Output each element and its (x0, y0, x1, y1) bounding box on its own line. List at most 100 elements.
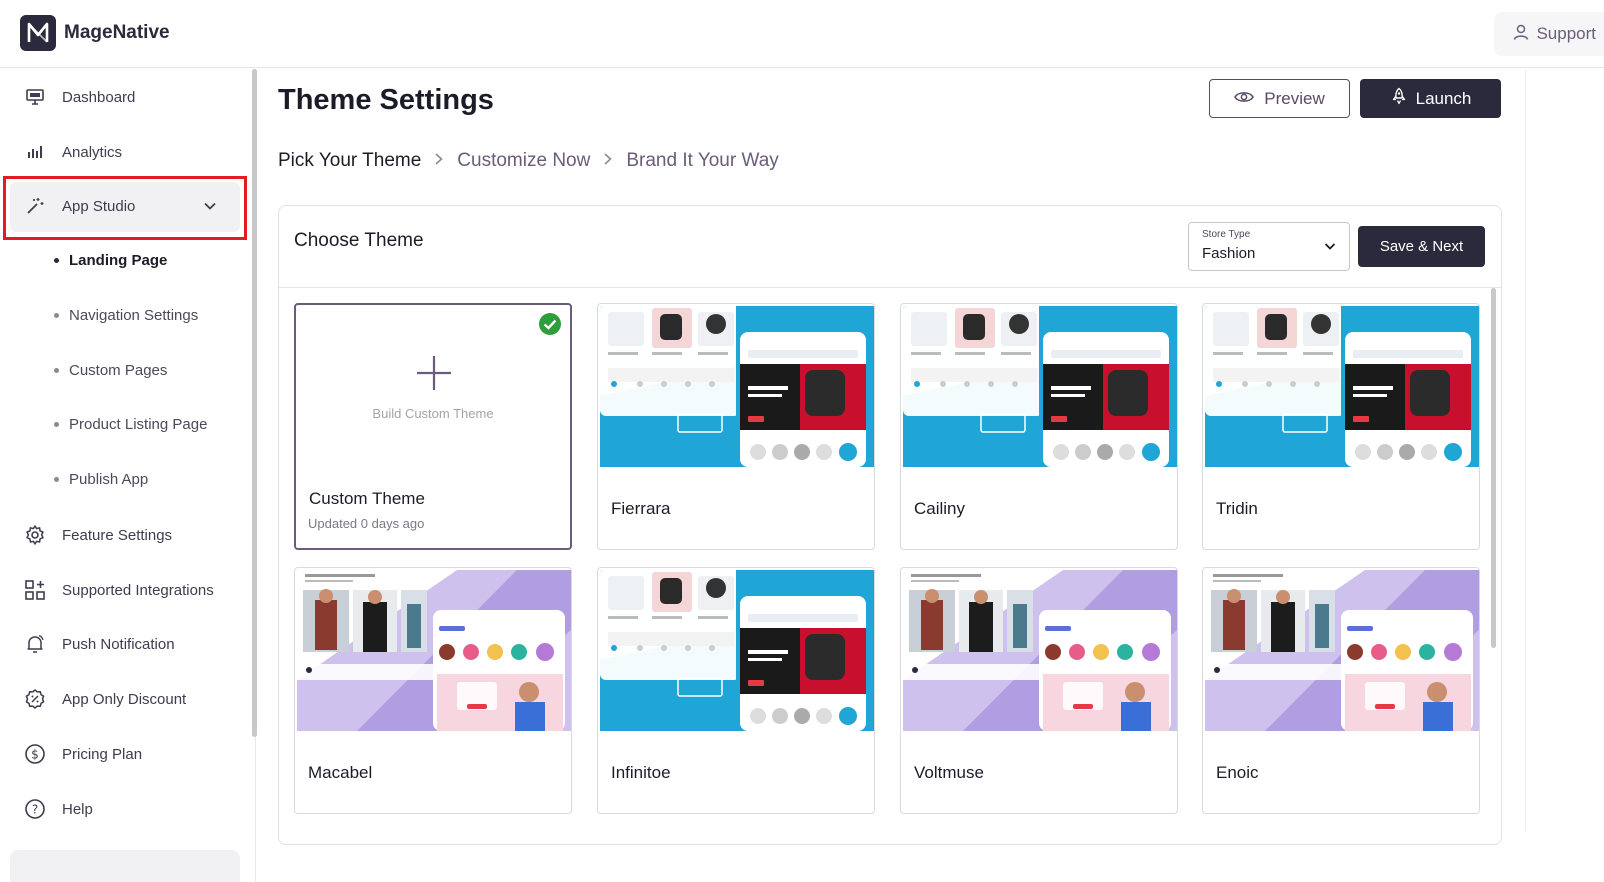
launch-button[interactable]: Launch (1360, 79, 1501, 118)
sidebar-item-label: Analytics (62, 143, 123, 161)
chevron-right-icon (602, 152, 614, 171)
sidebar-sub-item-landing-page[interactable]: Landing Page (54, 252, 167, 269)
bullet-dot-icon (54, 422, 59, 427)
theme-name: Voltmuse (914, 763, 984, 782)
theme-card-fierrara[interactable]: Fierrara (597, 303, 875, 550)
theme-name: Enoic (1216, 763, 1259, 782)
gear-icon (24, 524, 46, 546)
sub-item-label: Product Listing Page (69, 416, 208, 433)
sidebar-item-app-only-discount[interactable]: App Only Discount (24, 687, 186, 711)
theme-card-voltmuse[interactable]: Voltmuse (900, 567, 1178, 814)
chevron-right-icon (433, 152, 445, 171)
store-type-label: Store Type (1202, 229, 1251, 240)
store-type-value: Fashion (1202, 245, 1256, 262)
sidebar-sub-item-product-listing-page[interactable]: Product Listing Page (54, 416, 207, 433)
sidebar-item-dashboard[interactable]: Dashboard (24, 85, 135, 109)
sidebar-item-push-notification[interactable]: Push Notification (24, 632, 175, 656)
theme-preview-image (903, 570, 1177, 731)
launch-label: Launch (1415, 88, 1472, 108)
theme-name: Infinitoe (611, 763, 671, 782)
bullet-dot-icon (54, 368, 59, 373)
sidebar-item-label: Feature Settings (62, 526, 173, 544)
sidebar-item-label: Dashboard (62, 88, 136, 106)
sidebar-item-analytics[interactable]: Analytics (24, 140, 122, 164)
choose-theme-title: Choose Theme (294, 230, 424, 251)
sidebar-item-label: App Only Discount (62, 690, 187, 708)
step-pick-your-theme[interactable]: Pick Your Theme (278, 150, 421, 172)
sidebar-scrollbar[interactable] (252, 69, 257, 737)
svg-text:?: ? (32, 803, 38, 817)
theme-preview-image (1205, 570, 1479, 731)
theme-card-cailiny[interactable]: Cailiny (900, 303, 1178, 550)
theme-preview-image (600, 306, 874, 467)
bar-chart-icon (24, 141, 46, 163)
theme-card-macabel[interactable]: Macabel (294, 567, 572, 814)
theme-card-enoic[interactable]: Enoic (1202, 567, 1480, 814)
step-brand-it-your-way[interactable]: Brand It Your Way (626, 150, 778, 172)
build-custom-theme-caption: Build Custom Theme (372, 406, 494, 421)
sidebar-item-label: Pricing Plan (62, 745, 143, 763)
save-next-button[interactable]: Save & Next (1358, 226, 1485, 267)
card-divider (279, 287, 1501, 288)
sidebar-item-supported-integrations[interactable]: Supported Integrations (24, 578, 214, 602)
bullet-dot-icon (54, 258, 59, 263)
chevron-down-icon[interactable] (202, 198, 218, 218)
brand-name: MageNative (64, 22, 170, 43)
theme-preview-image (600, 570, 874, 731)
right-divider (1525, 69, 1526, 831)
preview-button[interactable]: Preview (1209, 79, 1350, 118)
theme-name: Tridin (1216, 499, 1258, 518)
sub-item-label: Landing Page (69, 252, 168, 269)
sidebar-sub-item-custom-pages[interactable]: Custom Pages (54, 362, 167, 379)
theme-preview-image (903, 306, 1177, 467)
sidebar-item-label: Push Notification (62, 635, 175, 653)
sidebar-bottom-panel (10, 850, 240, 882)
sidebar-sub-item-publish-app[interactable]: Publish App (54, 471, 148, 488)
theme-name: Macabel (308, 763, 373, 782)
store-type-select[interactable]: Store Type Fashion (1188, 222, 1350, 271)
sidebar-item-help[interactable]: ? Help (24, 797, 93, 821)
theme-name: Fierrara (611, 499, 671, 518)
user-icon (1512, 23, 1530, 46)
step-customize-now[interactable]: Customize Now (457, 150, 590, 172)
bell-icon (24, 633, 46, 655)
theme-preview-image (1205, 306, 1479, 467)
sidebar-item-label: App Studio (62, 197, 136, 215)
sidebar-item-app-studio[interactable]: App Studio (24, 194, 224, 218)
check-circle-icon (538, 312, 562, 341)
app-root: MageNative Support Dashboard Analytics A… (0, 0, 1604, 882)
sidebar-item-pricing-plan[interactable]: $ Pricing Plan (24, 742, 142, 766)
theme-card-custom[interactable]: Build Custom Theme Custom Theme Updated … (294, 303, 572, 550)
support-label: Support (1536, 24, 1596, 43)
theme-card-infinitoe[interactable]: Infinitoe (597, 567, 875, 814)
magic-wand-icon (24, 195, 46, 217)
question-circle-icon: ? (24, 798, 46, 820)
eye-icon (1234, 89, 1255, 109)
sidebar-item-feature-settings[interactable]: Feature Settings (24, 523, 172, 547)
magenative-logo-icon (20, 15, 56, 51)
sidebar-item-label: Help (62, 800, 93, 818)
page-title: Theme Settings (278, 84, 494, 116)
step-breadcrumb: Pick Your Theme Customize Now Brand It Y… (278, 150, 779, 172)
plus-icon (414, 353, 454, 398)
theme-card-tridin[interactable]: Tridin (1202, 303, 1480, 550)
preview-label: Preview (1264, 88, 1325, 108)
brand[interactable]: MageNative (20, 15, 170, 51)
top-bar: MageNative Support (0, 0, 1604, 68)
support-button[interactable]: Support (1494, 12, 1604, 56)
chevron-down-icon (1323, 239, 1337, 258)
monitor-icon (24, 86, 46, 108)
sidebar-sub-item-navigation-settings[interactable]: Navigation Settings (54, 307, 198, 324)
theme-name: Custom Theme (309, 489, 425, 508)
theme-grid-scrollbar[interactable] (1491, 288, 1496, 648)
sidebar-item-label: Supported Integrations (62, 581, 214, 599)
grid-plus-icon (24, 579, 46, 601)
dollar-circle-icon: $ (24, 743, 46, 765)
svg-text:$: $ (31, 748, 39, 762)
sub-item-label: Navigation Settings (69, 307, 199, 324)
discount-badge-icon (24, 688, 46, 710)
sub-item-label: Custom Pages (69, 362, 168, 379)
theme-preview-image (297, 570, 571, 731)
bullet-dot-icon (54, 313, 59, 318)
sub-item-label: Publish App (69, 471, 149, 488)
